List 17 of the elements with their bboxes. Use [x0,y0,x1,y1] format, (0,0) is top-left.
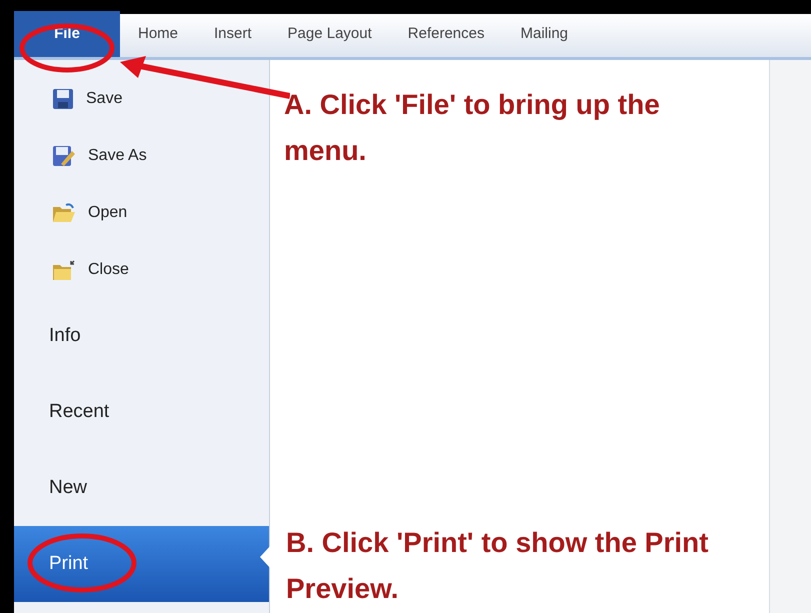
menu-item[interactable]: New [14,450,269,526]
annotation-text: B. Click 'Print' to show the Print Preview. [286,526,710,606]
ribbon-tab[interactable]: Mailing [502,11,586,57]
ribbon-tab[interactable]: References [390,11,502,57]
ribbon-tab[interactable]: Home [120,11,196,57]
menu-item[interactable]: Open [14,184,269,241]
menu-item[interactable]: Info [14,298,269,374]
ribbon-tab[interactable]: Insert [196,11,270,57]
menu-item[interactable]: Recent [14,374,269,450]
folder-icon [52,202,76,224]
menu-item[interactable]: Save As [14,127,269,184]
annotation-text: A. Click 'File' to bring up the menu. [284,88,661,168]
floppy-pencil-icon [52,144,76,166]
folder-icon [52,258,76,280]
menu-item[interactable]: Close [14,241,269,298]
menu-item[interactable]: Print [14,526,269,602]
ribbon-tab[interactable]: Page Layout [270,11,390,57]
